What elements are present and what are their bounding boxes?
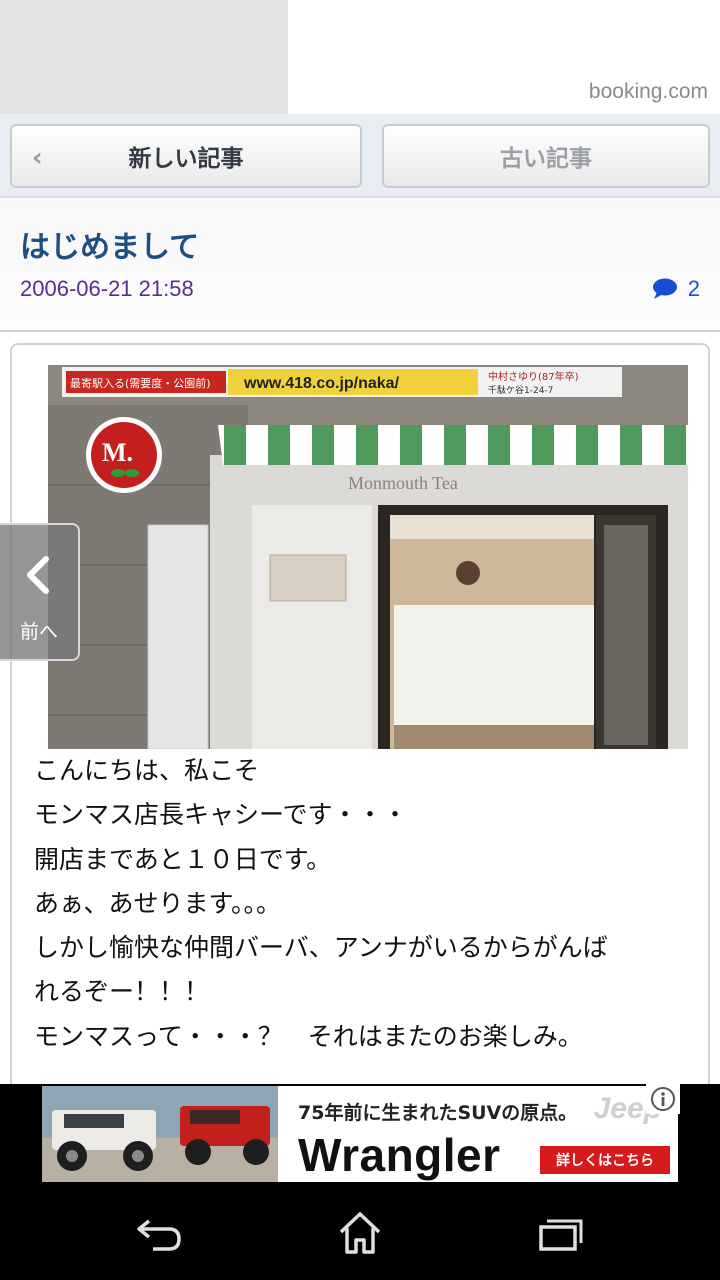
photo-banner-right-2: 千駄ケ谷1-24-7	[488, 384, 553, 396]
photo-banner-right-1: 中村さゆり(87年卒)	[488, 370, 579, 383]
info-icon[interactable]	[646, 1084, 680, 1114]
article-date: 2006-06-21 21:58	[20, 276, 194, 301]
comment-count: 2	[687, 276, 700, 301]
chevron-left-icon: ‹	[32, 143, 43, 173]
article-nav-bar: ‹ 新しい記事 古い記事	[0, 114, 720, 198]
photo-awning-sign: Monmouth Tea	[348, 473, 458, 493]
ad-cta-button[interactable]: 詳しくはこちら	[540, 1146, 670, 1174]
photo-banner-left: 最寄駅入る(需要度・公園前)	[70, 376, 211, 390]
photo-banner-url: www.418.co.jp/naka/	[243, 375, 400, 392]
previous-page-label: 前へ	[19, 621, 58, 643]
ad-thumbnail[interactable]	[0, 0, 288, 114]
older-article-label: 古い記事	[500, 146, 592, 172]
newer-article-label: 新しい記事	[128, 146, 244, 172]
article-header: はじめまして 2006-06-21 21:58 2	[0, 200, 720, 332]
newer-article-button[interactable]: ‹ 新しい記事	[10, 124, 362, 188]
article-title: はじめまして	[20, 230, 200, 265]
comment-count-link[interactable]: 2	[652, 276, 700, 302]
body-line: モンマス店長キャシーです・・・	[34, 800, 408, 830]
speech-bubble-icon	[652, 278, 677, 299]
body-line: モンマスって・・・？ それはまたのお楽しみ。	[34, 1021, 583, 1051]
system-nav-bar	[0, 1188, 720, 1280]
previous-page-tab[interactable]: 前へ	[0, 523, 80, 661]
ad-model: Wrangler	[298, 1129, 501, 1181]
body-line: れるぞー！！！	[34, 977, 210, 1007]
top-ad-banner[interactable]: booking.com	[0, 0, 720, 114]
chevron-left-icon	[27, 556, 49, 594]
back-icon[interactable]	[130, 1208, 190, 1258]
home-icon[interactable]	[330, 1208, 390, 1258]
ad-jeep-image	[42, 1086, 278, 1182]
ad-tagline: 75年前に生まれたSUVの原点。	[298, 1102, 578, 1124]
ad-source-label: booking.com	[588, 80, 708, 103]
bottom-ad-area: 75年前に生まれたSUVの原点。 Jeep Wrangler 詳しくはこちら	[0, 1084, 720, 1188]
article-body-text: こんにちは、私こそ モンマス店長キャシーです・・・ 開店まであと１０日です。 あ…	[34, 749, 694, 1059]
older-article-button[interactable]: 古い記事	[382, 124, 710, 188]
photo-logo-text: M.	[102, 438, 133, 467]
body-line: 開店まであと１０日です。	[34, 844, 332, 874]
article-photo[interactable]: 最寄駅入る(需要度・公園前) www.418.co.jp/naka/ 中村さゆり…	[48, 365, 688, 749]
body-line: しかし愉快な仲間バーバ、アンナがいるからがんば	[34, 933, 608, 963]
bottom-ad-banner[interactable]: 75年前に生まれたSUVの原点。 Jeep Wrangler 詳しくはこちら	[42, 1086, 678, 1182]
recents-icon[interactable]	[530, 1208, 590, 1258]
article-body-card: 最寄駅入る(需要度・公園前) www.418.co.jp/naka/ 中村さゆり…	[10, 343, 710, 1103]
body-line: こんにちは、私こそ	[34, 756, 260, 785]
shop-front-photo: 最寄駅入る(需要度・公園前) www.418.co.jp/naka/ 中村さゆり…	[48, 365, 688, 749]
body-line: あぁ、あせります。。。	[34, 888, 282, 918]
